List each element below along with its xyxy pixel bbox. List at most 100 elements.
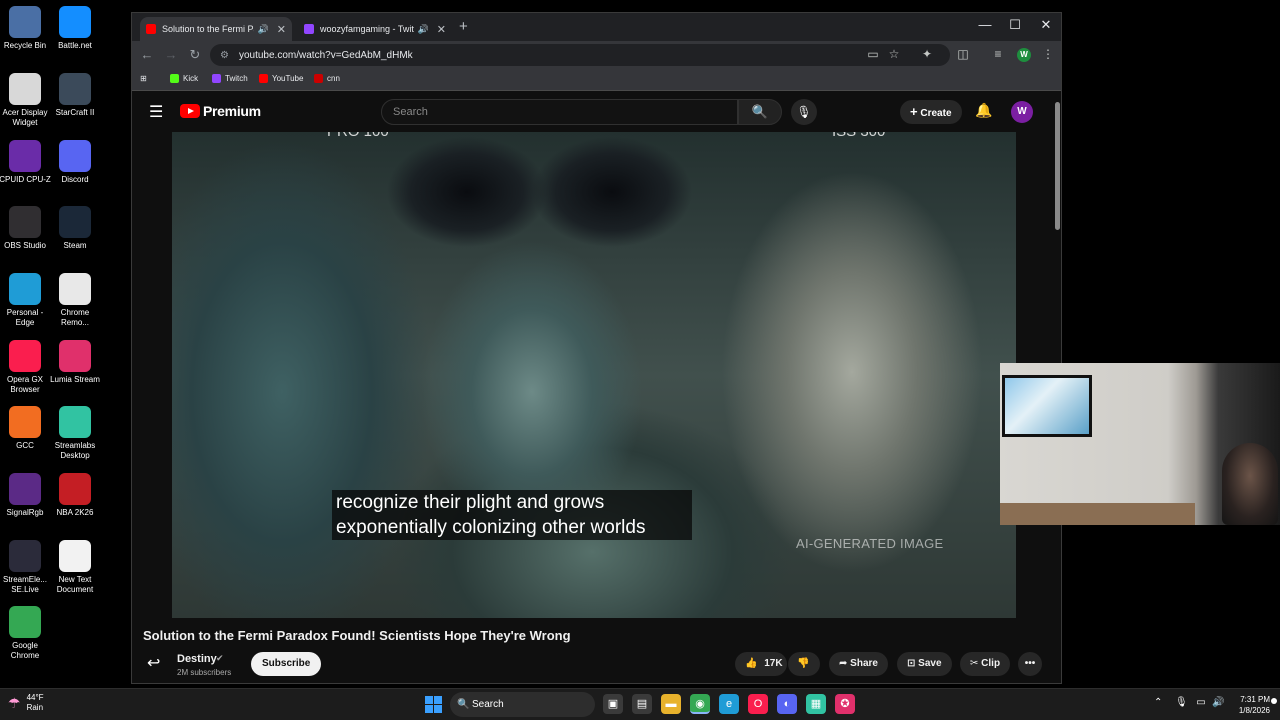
thumbs-down-icon: 👎 [797, 658, 810, 669]
microphone-icon[interactable]: 🎙 [1175, 697, 1188, 708]
start-windows-icon[interactable] [425, 696, 442, 713]
task-view-icon[interactable]: ▣ [603, 694, 623, 714]
close-tab-icon[interactable]: ✕ [437, 23, 446, 36]
sidebar-icon[interactable]: ◫ [955, 47, 971, 61]
desktop-icon[interactable]: CPUID CPU-Z [0, 140, 52, 185]
thumbs-up-icon: 👍 [745, 658, 758, 669]
chrome-remote-icon [59, 273, 91, 305]
like-button[interactable]: 👍 17K [735, 652, 787, 676]
save-button[interactable]: ⊡ Save [897, 652, 952, 676]
widgets-icon[interactable]: ▤ [632, 694, 652, 714]
scrollbar-thumb[interactable] [1055, 102, 1060, 230]
dislike-button[interactable]: 👎 [788, 652, 820, 676]
search-input[interactable]: Search [381, 99, 738, 125]
more-menu-icon[interactable]: ⋮ [1040, 47, 1056, 61]
discord-taskbar-icon[interactable]: ◐ [777, 694, 797, 714]
display-icon[interactable]: ▭ [1195, 697, 1207, 708]
desktop-icon-label: Opera GX Browser [6, 375, 43, 394]
desktop-icon[interactable]: Discord [48, 140, 102, 185]
search-icon: 🔍 [751, 104, 769, 119]
address-bar[interactable]: ⚙ youtube.com/watch?v=GedAbM_dHMk [210, 44, 950, 66]
desktop-icon[interactable]: Steam [48, 206, 102, 251]
reload-icon[interactable]: ↻ [187, 47, 203, 63]
extensions-icon[interactable]: ✦ [919, 47, 935, 61]
media-control-icon[interactable]: ≡ [990, 47, 1006, 61]
recycle-bin-icon [9, 6, 41, 38]
desktop-icon[interactable]: Lumia Stream [48, 340, 102, 385]
desktop-icon[interactable]: StreamEle... SE.Live [0, 540, 52, 595]
speaker-icon[interactable]: 🔊 [418, 24, 429, 35]
channel-name[interactable]: Destiny [177, 653, 217, 665]
save-label: Save [918, 658, 942, 669]
desktop-icon[interactable]: Google Chrome [0, 606, 52, 661]
desktop-icon[interactable]: Personal - Edge [0, 273, 52, 328]
desktop-icon[interactable]: Opera GX Browser [0, 340, 52, 395]
desktop-icon[interactable]: OBS Studio [0, 206, 52, 251]
speaker-icon[interactable]: 🔊 [258, 24, 269, 35]
cast-icon[interactable]: ▭ [865, 47, 881, 61]
bookmark-star-icon[interactable]: ☆ [886, 47, 902, 61]
bookmark-twitch[interactable]: Twitch [212, 74, 248, 83]
streamlabs-icon [59, 406, 91, 438]
site-info-icon[interactable]: ⚙ [220, 50, 229, 61]
create-button[interactable]: + Create [900, 100, 962, 124]
account-avatar[interactable]: W [1011, 101, 1033, 123]
voice-search-button[interactable]: 🎙 [791, 99, 817, 125]
close-tab-icon[interactable]: ✕ [277, 23, 286, 36]
notification-dot-icon[interactable] [1271, 698, 1277, 704]
browser-profile-avatar[interactable]: W [1017, 48, 1031, 62]
speaker-volume-icon[interactable]: 🔊 [1212, 697, 1224, 708]
bookmark-cnn[interactable]: cnn [314, 74, 340, 83]
bookmark-kick[interactable]: Kick [170, 74, 198, 83]
forward-arrow-icon[interactable]: → [163, 47, 179, 62]
streamlabs-taskbar-icon[interactable]: ▦ [806, 694, 826, 714]
maximize-icon[interactable]: ☐ [1000, 17, 1030, 33]
apps-grid-icon[interactable]: ⊞ [140, 74, 147, 83]
clip-button[interactable]: ✂ Clip [960, 652, 1011, 676]
desktop-icon[interactable]: GCC [0, 406, 52, 451]
webcam-overlay [1000, 363, 1280, 525]
desktop-icon-label: Discord [61, 175, 89, 184]
desktop-icon[interactable]: Streamlabs Desktop [48, 406, 102, 461]
file-explorer-icon[interactable]: ▬ [661, 694, 681, 714]
youtube-logo[interactable]: Premium [180, 103, 261, 119]
desktop-icon[interactable]: Acer Display Widget [0, 73, 52, 128]
desktop-icon[interactable]: New Text Document [48, 540, 102, 595]
share-button[interactable]: ➦ Share [829, 652, 888, 676]
opera-gx-taskbar-icon[interactable]: O [748, 694, 768, 714]
desktop-icon[interactable]: Recycle Bin [0, 6, 52, 51]
back-arrow-icon[interactable]: ← [139, 47, 155, 62]
channel-logo-icon[interactable]: ↩ [147, 653, 160, 673]
browser-window: Solution to the Fermi Parad 🔊 ✕ woozyfam… [131, 12, 1062, 684]
desktop-icon-label: Recycle Bin [3, 41, 47, 50]
opera-gx-icon [9, 340, 41, 372]
desktop-icon[interactable]: SignalRgb [0, 473, 52, 518]
edge-taskbar-icon[interactable]: e [719, 694, 739, 714]
minimize-icon[interactable]: — [970, 17, 1000, 32]
subscribe-button[interactable]: Subscribe [251, 652, 322, 676]
taskbar-clock[interactable]: 7:31 PM 1/8/2026 [1230, 694, 1270, 716]
desktop-icon[interactable]: Battle.net [48, 6, 102, 51]
desktop-icon[interactable]: StarCraft II [48, 73, 102, 118]
hamburger-menu-icon[interactable]: ☰ [149, 102, 163, 122]
more-actions-button[interactable]: ••• [1018, 652, 1042, 676]
new-tab-button[interactable]: + [459, 18, 468, 35]
taskbar-search[interactable]: 🔍 Search [450, 692, 595, 717]
tab-twitch[interactable]: woozyfamgaming - Twitch 🔊 ✕ [298, 17, 452, 41]
chrome-taskbar-icon[interactable]: ◉ [690, 694, 710, 714]
weather-widget[interactable]: ☂ 44°F Rain [8, 693, 44, 713]
search-icon: 🔍 [457, 699, 470, 710]
video-player[interactable]: PRO 100 ISS 300 recognize their plight a… [172, 132, 1016, 618]
tab-youtube[interactable]: Solution to the Fermi Parad 🔊 ✕ [140, 17, 292, 41]
cnn-icon [314, 74, 323, 83]
desktop-icon[interactable]: Chrome Remo... [48, 273, 102, 328]
notifications-bell-icon[interactable]: 🔔 [975, 102, 992, 119]
close-window-icon[interactable]: ✕ [1031, 17, 1061, 33]
youtube-icon [259, 74, 268, 83]
lumia-taskbar-icon[interactable]: ✪ [835, 694, 855, 714]
bookmark-youtube[interactable]: YouTube [259, 74, 303, 83]
desktop-icon[interactable]: NBA 2K26 [48, 473, 102, 518]
create-label: Create [920, 108, 952, 119]
tray-overflow-chevron-icon[interactable]: ⌃ [1154, 697, 1162, 708]
search-button[interactable]: 🔍 [738, 99, 782, 125]
